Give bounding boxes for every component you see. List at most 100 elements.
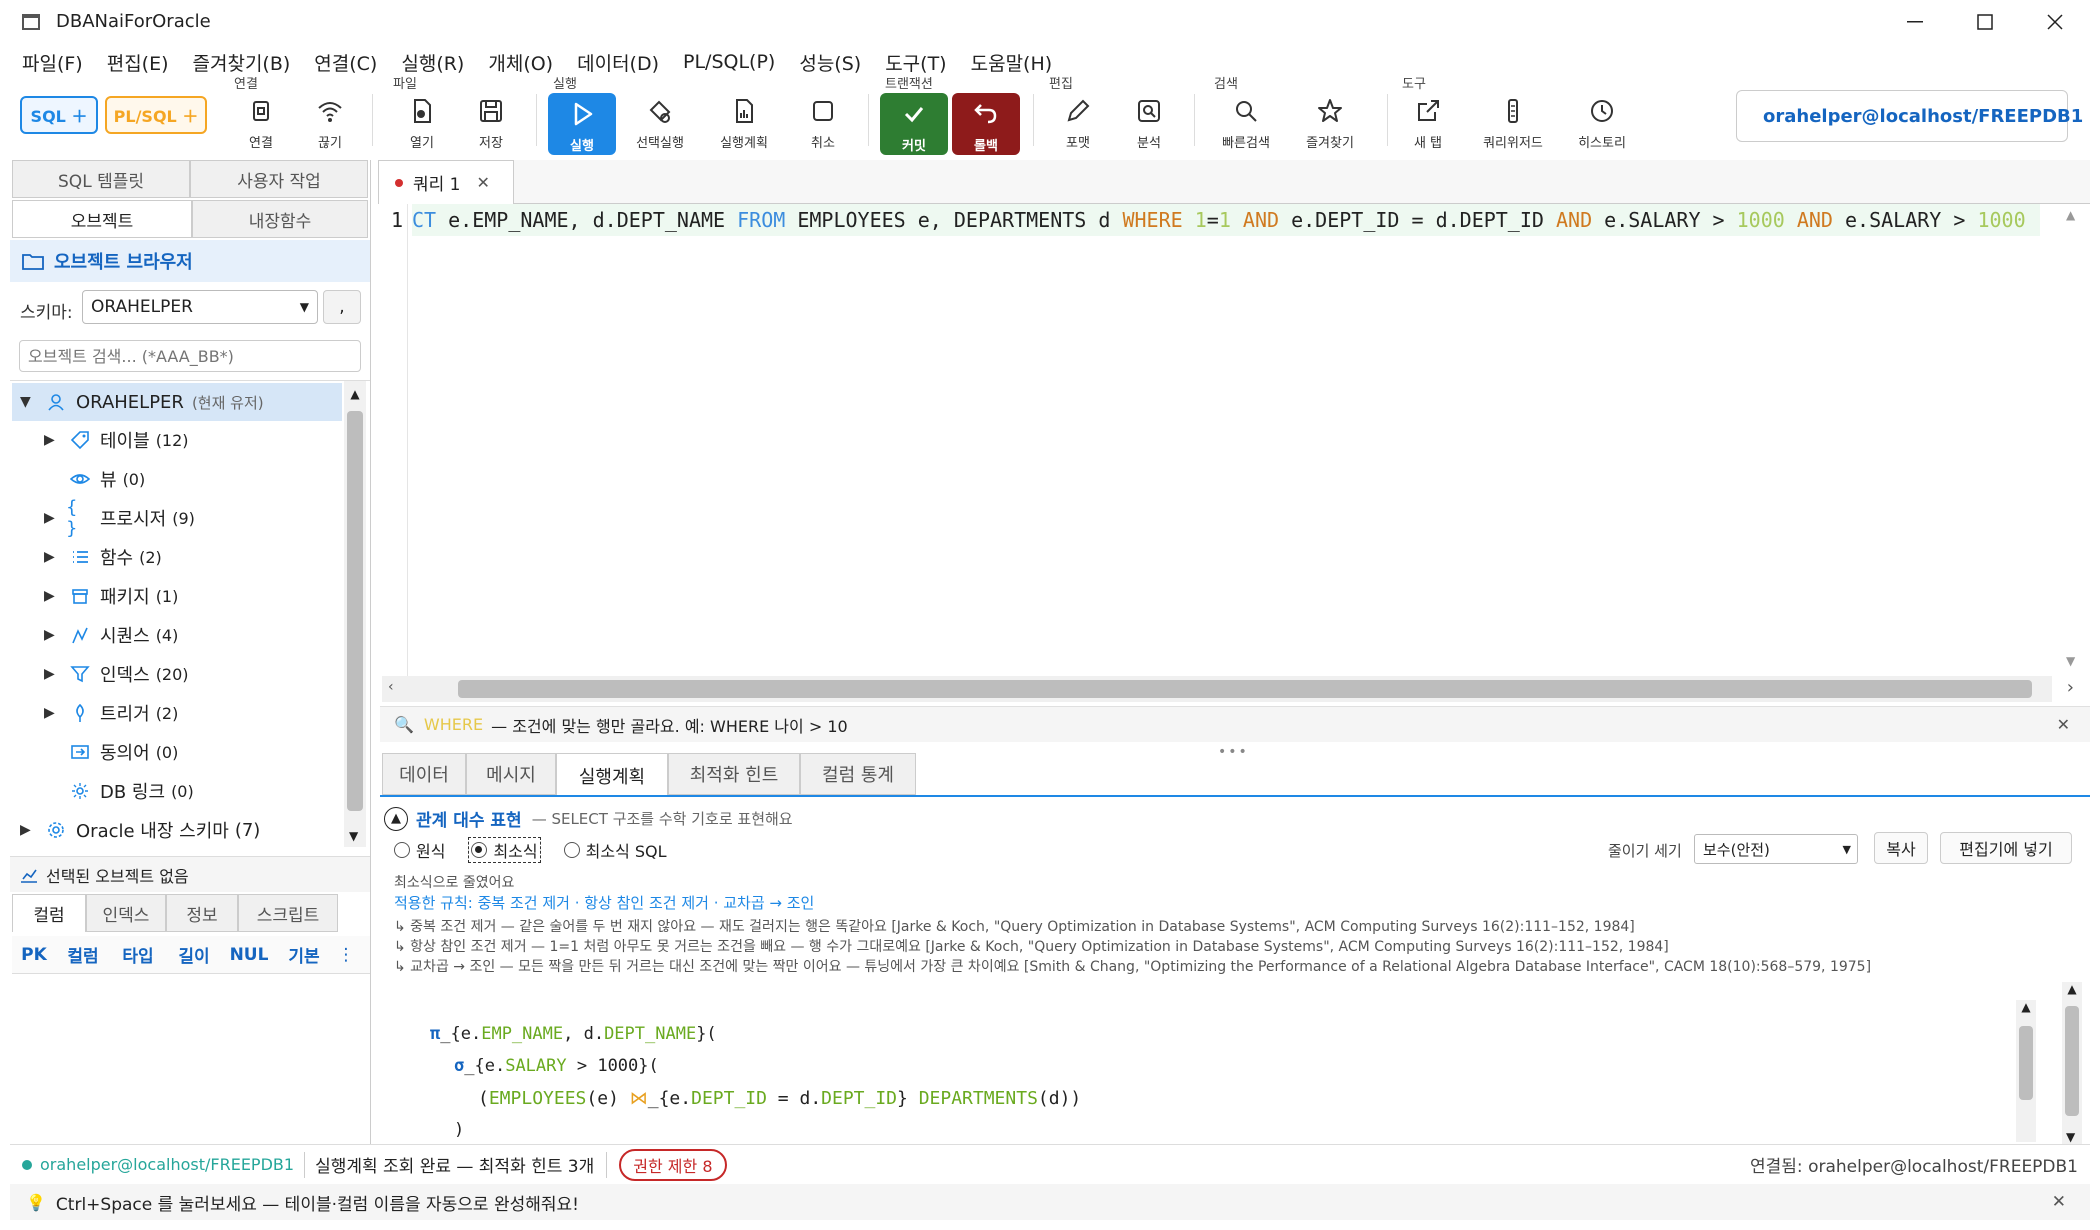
connect-button[interactable]: 연결 bbox=[225, 96, 297, 156]
result-scrollbar[interactable]: ▲ ▼ bbox=[2062, 982, 2082, 1144]
run-button[interactable]: 실행 bbox=[548, 93, 616, 155]
tree-item[interactable]: ▶ 테이블 (12) bbox=[44, 421, 374, 459]
analyze-button[interactable]: 분석 bbox=[1113, 96, 1185, 156]
tree-item[interactable]: ▶ 시퀀스 (4) bbox=[44, 616, 374, 654]
tree-item[interactable]: ▶ 패키지 (1) bbox=[44, 577, 374, 615]
radio-minimal-sql[interactable]: 최소식 SQL bbox=[563, 838, 667, 862]
editor-hscrollbar[interactable]: ‹ › bbox=[382, 676, 2074, 702]
result-scroll-thumb[interactable] bbox=[2065, 1006, 2079, 1116]
format-button[interactable]: 포맷 bbox=[1042, 96, 1114, 156]
sql-line-1[interactable]: CT e.EMP_NAME, d.DEPT_NAME FROM EMPLOYEE… bbox=[412, 204, 2040, 236]
menu-performance[interactable]: 성능(S) bbox=[787, 49, 873, 76]
algebra-scroll-thumb[interactable] bbox=[2019, 1026, 2033, 1100]
new-plsql-button[interactable]: PL/SQL ＋ bbox=[105, 96, 207, 134]
collapsed-arrow-icon[interactable]: ▶ bbox=[44, 432, 66, 448]
menu-help[interactable]: 도움말(H) bbox=[959, 49, 1065, 76]
detail-tab-info[interactable]: 정보 bbox=[166, 894, 238, 932]
rollback-button[interactable]: 롤백 bbox=[952, 93, 1020, 155]
col-header-more-icon[interactable]: ⋮ bbox=[332, 945, 360, 965]
tab-sql-template[interactable]: SQL 템플릿 bbox=[12, 160, 190, 198]
new-sql-button[interactable]: SQL ＋ bbox=[20, 96, 98, 134]
open-button[interactable]: 열기 bbox=[386, 96, 458, 156]
permission-badge[interactable]: 권한 제한 8 bbox=[619, 1148, 727, 1181]
run-selection-button[interactable]: 선택실행 bbox=[624, 96, 696, 156]
cancel-button[interactable]: 취소 bbox=[787, 96, 859, 156]
tree-root-orahelper[interactable]: ▼ ORAHELPER (현재 유저) bbox=[12, 383, 342, 421]
algebra-scrollbar[interactable]: ▲ bbox=[2016, 1000, 2036, 1142]
tab-query-1[interactable]: 쿼리 1 ✕ bbox=[378, 160, 514, 204]
object-search-input[interactable] bbox=[19, 340, 361, 372]
favorites-button[interactable]: 즐겨찾기 bbox=[1294, 96, 1366, 156]
tree-item-builtin-schema[interactable]: ▶ Oracle 내장 스키마 (7) bbox=[20, 811, 350, 849]
tree-scrollbar[interactable]: ▲ ▼ bbox=[344, 381, 366, 847]
reduce-strength-select[interactable]: 보수(안전) ▼ bbox=[1694, 834, 1858, 864]
detail-tab-indexes[interactable]: 인덱스 bbox=[86, 894, 166, 932]
query-wizard-button[interactable]: 쿼리위저드 bbox=[1472, 96, 1554, 156]
disconnect-button[interactable]: 끊기 bbox=[294, 96, 366, 156]
tip-close-icon[interactable]: ✕ bbox=[2052, 1192, 2066, 1212]
tab-builtin-functions[interactable]: 내장함수 bbox=[192, 200, 368, 238]
collapsed-arrow-icon[interactable]: ▶ bbox=[44, 549, 66, 565]
tree-item[interactable]: ▶ 함수 (2) bbox=[44, 538, 374, 576]
menu-object[interactable]: 개체(O) bbox=[476, 49, 565, 76]
result-tab-data[interactable]: 데이터 bbox=[382, 753, 466, 795]
plan-button[interactable]: 실행계획 bbox=[708, 96, 780, 156]
col-header-nullable[interactable]: NUL bbox=[222, 945, 276, 965]
collapse-icon[interactable]: ▲ bbox=[384, 806, 408, 831]
menu-file[interactable]: 파일(F) bbox=[10, 49, 95, 76]
sql-editor[interactable]: 1 CT e.EMP_NAME, d.DEPT_NAME FROM EMPLOY… bbox=[380, 204, 2086, 700]
radio-minimal[interactable]: 최소식 bbox=[468, 837, 541, 863]
scroll-left-icon[interactable]: ‹ bbox=[388, 679, 394, 695]
menu-plsql[interactable]: PL/SQL(P) bbox=[671, 51, 787, 73]
schema-refresh-button[interactable]: , bbox=[323, 290, 361, 324]
col-header-pk[interactable]: PK bbox=[12, 945, 56, 965]
menu-edit[interactable]: 편집(E) bbox=[95, 49, 181, 76]
close-button[interactable] bbox=[2020, 0, 2090, 44]
menu-data[interactable]: 데이터(D) bbox=[565, 49, 671, 76]
tab-user-work[interactable]: 사용자 작업 bbox=[190, 160, 368, 198]
copy-button[interactable]: 복사 bbox=[1874, 832, 1928, 864]
menu-run[interactable]: 실행(R) bbox=[389, 49, 476, 76]
quick-search-button[interactable]: 빠른검색 bbox=[1210, 96, 1282, 156]
editor-scroll-up-icon[interactable]: ▲ bbox=[2066, 208, 2075, 222]
tree-item[interactable]: 뷰 (0) bbox=[44, 460, 374, 498]
splitter-handle[interactable]: ••• bbox=[1218, 744, 1249, 760]
new-tab-button[interactable]: 새 탭 bbox=[1392, 96, 1464, 156]
col-header-type[interactable]: 타입 bbox=[110, 942, 166, 967]
tree-item[interactable]: ▶ 트리거 (2) bbox=[44, 694, 374, 732]
menu-favorites[interactable]: 즐겨찾기(B) bbox=[181, 49, 303, 76]
save-button[interactable]: 저장 bbox=[455, 96, 527, 156]
minimize-button[interactable] bbox=[1880, 0, 1950, 44]
maximize-button[interactable] bbox=[1950, 0, 2020, 44]
radio-original[interactable]: 원식 bbox=[394, 838, 445, 862]
hint-close-icon[interactable]: ✕ bbox=[2057, 715, 2070, 734]
menu-connect[interactable]: 연결(C) bbox=[302, 49, 389, 76]
editor-scroll-down-icon[interactable]: ▼ bbox=[2066, 654, 2075, 668]
col-header-column[interactable]: 컬럼 bbox=[56, 942, 110, 967]
result-tab-column-stats[interactable]: 컬럼 통계 bbox=[800, 753, 916, 795]
tree-item[interactable]: DB 링크 (0) bbox=[44, 772, 374, 810]
connection-indicator[interactable]: orahelper@localhost/FREEPDB1 bbox=[1736, 90, 2083, 142]
detail-tab-script[interactable]: 스크립트 bbox=[238, 894, 338, 932]
collapsed-arrow-icon[interactable]: ▶ bbox=[44, 627, 66, 643]
result-tab-plan[interactable]: 실행계획 bbox=[556, 753, 668, 797]
collapsed-arrow-icon[interactable]: ▶ bbox=[44, 588, 66, 604]
detail-tab-columns[interactable]: 컬럼 bbox=[12, 894, 86, 932]
result-tab-hints[interactable]: 최적화 힌트 bbox=[668, 753, 800, 795]
menu-tools[interactable]: 도구(T) bbox=[873, 49, 958, 76]
editor-hscroll-thumb[interactable] bbox=[458, 680, 2032, 698]
close-tab-icon[interactable]: ✕ bbox=[477, 173, 490, 192]
tree-item[interactable]: 동의어 (0) bbox=[44, 733, 374, 771]
col-header-default[interactable]: 기본 bbox=[276, 942, 332, 967]
tree-scroll-thumb[interactable] bbox=[347, 411, 363, 811]
collapsed-arrow-icon[interactable]: ▶ bbox=[44, 510, 66, 526]
scroll-right-icon[interactable]: › bbox=[2067, 677, 2074, 698]
collapsed-arrow-icon[interactable]: ▶ bbox=[44, 666, 66, 682]
commit-button[interactable]: 커밋 bbox=[880, 93, 948, 155]
insert-into-editor-button[interactable]: 편집기에 넣기 bbox=[1940, 832, 2072, 864]
tree-item[interactable]: ▶ 인덱스 (20) bbox=[44, 655, 374, 693]
collapsed-arrow-icon[interactable]: ▶ bbox=[44, 705, 66, 721]
col-header-length[interactable]: 길이 bbox=[166, 942, 222, 967]
history-button[interactable]: 히스토리 bbox=[1566, 96, 1638, 156]
tree-item[interactable]: ▶{ } 프로시저 (9) bbox=[44, 497, 374, 539]
